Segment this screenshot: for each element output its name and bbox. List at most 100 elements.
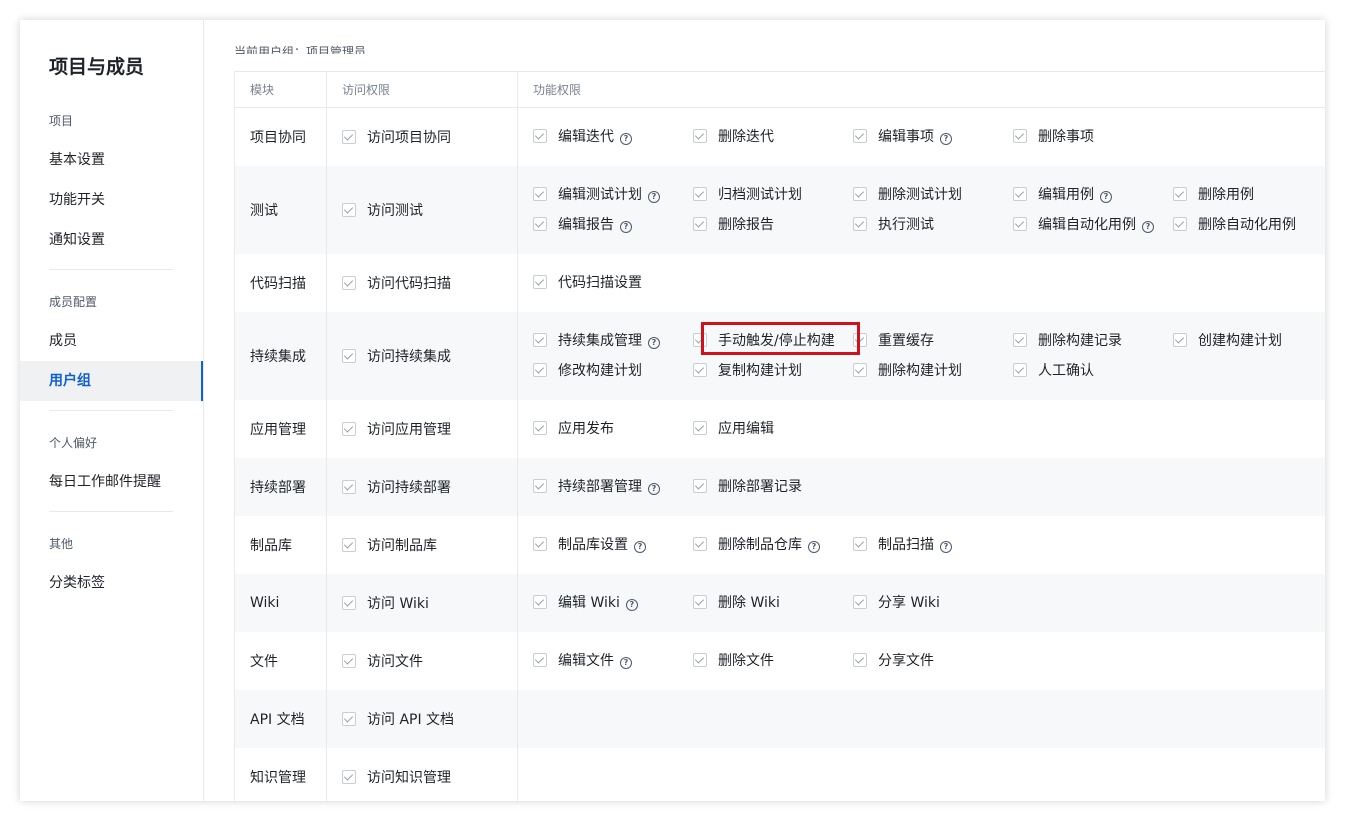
access-checkbox[interactable] [342, 653, 356, 668]
permission-item[interactable]: 编辑测试计划? [533, 180, 693, 210]
permission-item[interactable]: 归档测试计划 [693, 180, 853, 210]
access-checkbox[interactable] [342, 275, 356, 290]
access-checkbox[interactable] [342, 479, 356, 494]
permission-checkbox[interactable] [533, 594, 547, 609]
access-checkbox[interactable] [342, 769, 356, 784]
permission-checkbox[interactable] [693, 362, 707, 377]
permission-item[interactable]: 应用编辑 [693, 414, 853, 444]
permission-item[interactable]: 执行测试 [853, 210, 1013, 240]
permission-checkbox[interactable] [533, 274, 547, 289]
permission-checkbox[interactable] [533, 536, 547, 551]
permission-item[interactable]: 应用发布 [533, 414, 693, 444]
permission-checkbox[interactable] [853, 332, 867, 347]
permission-checkbox[interactable] [1173, 186, 1187, 201]
permission-item[interactable]: 编辑迭代? [533, 122, 693, 152]
permission-item[interactable]: 删除自动化用例 [1173, 210, 1325, 240]
permission-item[interactable]: 删除文件 [693, 646, 853, 676]
permission-checkbox[interactable] [853, 536, 867, 551]
permission-item[interactable]: 重置缓存 [853, 326, 1013, 356]
permission-item[interactable]: 制品库设置? [533, 530, 693, 560]
permission-item[interactable]: 持续集成管理? [533, 326, 693, 356]
access-checkbox[interactable] [342, 129, 356, 144]
help-icon[interactable]: ? [620, 132, 632, 145]
permission-item[interactable]: 编辑用例? [1013, 180, 1173, 210]
permission-checkbox[interactable] [693, 536, 707, 551]
permission-item[interactable]: 复制构建计划 [693, 356, 853, 386]
help-icon[interactable]: ? [625, 598, 638, 611]
access-checkbox[interactable] [342, 348, 356, 363]
permission-item[interactable]: 删除制品仓库? [693, 530, 853, 560]
permission-item[interactable]: 删除 Wiki [693, 588, 853, 618]
permission-checkbox[interactable] [693, 186, 707, 201]
access-checkbox[interactable] [342, 711, 356, 726]
help-icon[interactable]: ? [648, 336, 660, 349]
permission-checkbox[interactable] [1013, 362, 1027, 377]
permission-item[interactable]: 删除报告 [693, 210, 853, 240]
permission-item[interactable]: 创建构建计划 [1173, 326, 1325, 356]
permission-checkbox[interactable] [693, 420, 707, 435]
permission-checkbox[interactable] [693, 128, 707, 143]
permission-item[interactable]: 编辑 Wiki? [533, 588, 693, 618]
permission-item[interactable]: 编辑事项? [853, 122, 1013, 152]
permission-checkbox[interactable] [693, 332, 707, 347]
permission-checkbox[interactable] [1013, 216, 1027, 231]
permission-checkbox[interactable] [533, 332, 547, 347]
permission-checkbox[interactable] [693, 478, 707, 493]
sidebar-item-user-group[interactable]: 用户组 [20, 361, 203, 401]
permission-item[interactable]: 手动触发/停止构建 [693, 326, 853, 356]
permission-checkbox[interactable] [533, 362, 547, 377]
sidebar-item-notification[interactable]: 通知设置 [20, 220, 203, 260]
permission-checkbox[interactable] [1173, 332, 1187, 347]
permission-item[interactable]: 删除测试计划 [853, 180, 1013, 210]
permission-checkbox[interactable] [1173, 216, 1187, 231]
permission-item[interactable]: 删除构建记录 [1013, 326, 1173, 356]
permission-item[interactable]: 删除用例 [1173, 180, 1325, 210]
permission-item[interactable]: 分享 Wiki [853, 588, 1013, 618]
permission-item[interactable]: 删除迭代 [693, 122, 853, 152]
help-icon[interactable]: ? [1100, 190, 1112, 203]
permission-item[interactable]: 编辑报告? [533, 210, 693, 240]
help-icon[interactable]: ? [648, 190, 660, 203]
permission-checkbox[interactable] [533, 420, 547, 435]
permission-checkbox[interactable] [533, 478, 547, 493]
access-checkbox[interactable] [342, 537, 356, 552]
help-icon[interactable]: ? [1142, 220, 1154, 233]
access-checkbox[interactable] [342, 202, 356, 217]
permission-item[interactable]: 删除部署记录 [693, 472, 853, 502]
sidebar-item-daily-email[interactable]: 每日工作邮件提醒 [20, 462, 203, 502]
access-checkbox[interactable] [342, 421, 356, 436]
permission-item[interactable]: 删除事项 [1013, 122, 1173, 152]
permission-item[interactable]: 持续部署管理? [533, 472, 693, 502]
permission-checkbox[interactable] [693, 652, 707, 667]
permission-checkbox[interactable] [853, 652, 867, 667]
permission-checkbox[interactable] [853, 594, 867, 609]
help-icon[interactable]: ? [808, 540, 820, 553]
help-icon[interactable]: ? [620, 656, 632, 669]
permission-checkbox[interactable] [853, 216, 867, 231]
help-icon[interactable]: ? [940, 132, 952, 145]
help-icon[interactable]: ? [648, 482, 660, 495]
permission-item[interactable]: 制品扫描? [853, 530, 1013, 560]
access-checkbox[interactable] [342, 595, 356, 610]
permission-item[interactable]: 人工确认 [1013, 356, 1173, 386]
permission-checkbox[interactable] [853, 362, 867, 377]
sidebar-item-feature-switch[interactable]: 功能开关 [20, 180, 203, 220]
permission-item[interactable]: 编辑文件? [533, 646, 693, 676]
permission-item[interactable]: 删除构建计划 [853, 356, 1013, 386]
sidebar-item-tags[interactable]: 分类标签 [20, 563, 203, 603]
permission-item[interactable]: 分享文件 [853, 646, 1013, 676]
sidebar-item-basic-settings[interactable]: 基本设置 [20, 140, 203, 180]
help-icon[interactable]: ? [634, 540, 646, 553]
permission-checkbox[interactable] [1013, 128, 1027, 143]
permission-checkbox[interactable] [533, 128, 547, 143]
permission-checkbox[interactable] [853, 128, 867, 143]
permission-checkbox[interactable] [1013, 186, 1027, 201]
permission-checkbox[interactable] [693, 216, 707, 231]
sidebar-item-members[interactable]: 成员 [20, 321, 203, 361]
help-icon[interactable]: ? [940, 540, 952, 553]
help-icon[interactable]: ? [620, 220, 632, 233]
permission-checkbox[interactable] [853, 186, 867, 201]
permission-checkbox[interactable] [533, 186, 547, 201]
permission-checkbox[interactable] [533, 216, 547, 231]
permission-checkbox[interactable] [533, 652, 547, 667]
